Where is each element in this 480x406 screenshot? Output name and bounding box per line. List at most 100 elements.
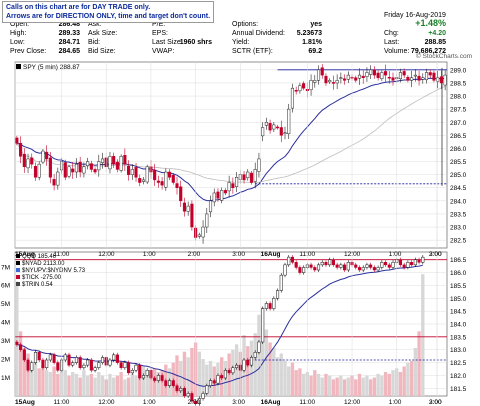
breadth-candle-body <box>290 256 295 263</box>
breadth-y-tick-label: 186.5 <box>450 257 467 264</box>
price-candle-body <box>86 161 90 166</box>
volume-bar <box>335 377 339 396</box>
price-candle-body <box>383 71 388 76</box>
price-candle-body <box>413 74 417 77</box>
breadth-y-tick-label: 184.0 <box>450 322 467 329</box>
price-candle-body <box>391 77 395 81</box>
volume-bar <box>37 368 41 396</box>
price-candle-body <box>283 132 287 134</box>
breadth-candle-body <box>309 264 313 268</box>
breadth-candle-body <box>376 267 380 271</box>
volume-bar <box>313 370 317 396</box>
breadth-candle-body <box>67 354 71 366</box>
breadth-candle-body <box>275 290 280 299</box>
price-legend: SPY (5 min) 288.87 <box>23 64 80 71</box>
price-candle-body <box>179 186 183 202</box>
breadth-candle-body <box>324 262 328 266</box>
volume-bar <box>15 281 19 396</box>
price-candle-body <box>56 171 60 186</box>
breadth-candle-body <box>175 385 179 392</box>
volume-bar <box>294 370 298 396</box>
breadth-candle-body <box>93 367 97 371</box>
breadth-candle-body <box>268 303 272 309</box>
breadth-candle-body <box>15 341 19 345</box>
price-candle-body <box>387 76 391 79</box>
breadth-y-tick-label: 182.5 <box>450 360 467 367</box>
breadth-candle-body <box>413 259 417 266</box>
price-candle-body <box>93 169 97 173</box>
price-candle-body <box>339 77 343 79</box>
price-candle-body <box>313 80 317 83</box>
breadth-candle-body <box>227 370 231 374</box>
price-y-tick-label: 288.5 <box>450 80 467 87</box>
breadth-candle-body <box>361 267 365 271</box>
volume-y-tick-label: 7M <box>1 264 10 271</box>
breadth-legend-swatch <box>16 261 20 265</box>
breadth-y-tick-label: 185.5 <box>450 283 467 290</box>
volume-bar <box>290 362 295 396</box>
price-candle-body <box>346 74 350 80</box>
breadth-candle-body <box>86 359 90 366</box>
price-candle-body <box>26 158 30 169</box>
breadth-candle-body <box>130 370 134 374</box>
breadth-legend-swatch <box>16 268 20 272</box>
volume-bar <box>246 346 250 396</box>
breadth-candle-body <box>141 375 146 379</box>
volume-bar <box>272 348 276 396</box>
breadth-candle-body <box>89 359 93 371</box>
breadth-candle-body <box>365 264 369 268</box>
price-candle-body <box>153 169 157 181</box>
volume-bar <box>398 372 403 396</box>
volume-bar <box>264 329 269 396</box>
price-candle-body <box>141 179 146 182</box>
volume-y-tick-label: 6M <box>1 283 10 290</box>
price-candle-body <box>71 168 75 173</box>
breadth-x-tick-label: 1:00 <box>143 399 156 406</box>
price-candle-body <box>235 177 239 187</box>
breadth-candle-body <box>127 362 131 374</box>
price-candle-body <box>257 158 261 172</box>
price-candle-body <box>52 179 56 186</box>
price-candle-body <box>316 69 321 81</box>
price-candle-body <box>186 205 190 212</box>
stock-chart: Calls on this chart are for DAY TRADE on… <box>0 0 480 406</box>
volume-bar <box>361 377 365 396</box>
price-candle-body <box>253 169 257 182</box>
price-x-tick-label: 12:00 <box>344 251 361 258</box>
breadth-x-tick-label: 12:00 <box>344 399 361 406</box>
price-y-tick-label: 282.5 <box>450 238 467 245</box>
breadth-candle-body <box>235 364 239 368</box>
price-candle-body <box>406 76 410 81</box>
volume-bar <box>33 360 38 396</box>
breadth-candle-body <box>380 262 384 268</box>
breadth-candle-body <box>421 256 425 263</box>
volume-bar <box>119 372 123 396</box>
breadth-candle-body <box>82 364 86 368</box>
volume-bar <box>331 379 336 396</box>
breadth-y-tick-label: 185.0 <box>450 296 467 303</box>
price-candle-body <box>167 171 172 178</box>
price-candle-body <box>108 156 112 170</box>
breadth-candle-body <box>41 359 45 368</box>
volume-bar <box>190 348 194 396</box>
breadth-candle-body <box>272 298 276 309</box>
price-candle-body <box>320 67 324 76</box>
price-x-tick-label: 12:00 <box>98 251 115 258</box>
price-candle-body <box>231 183 235 188</box>
breadth-candle-body <box>160 375 164 381</box>
volume-bar <box>67 375 71 396</box>
price-candle-body <box>208 200 213 213</box>
price-candle-body <box>272 124 276 130</box>
chart-canvas: 282.5 283.0 283.5 284.0 284.5 285.0 285.5 286.0… <box>1 61 467 406</box>
volume-bar <box>97 372 101 396</box>
price-x-tick-label: 16Aug <box>261 251 281 258</box>
price-candle-body <box>197 234 201 237</box>
volume-bar <box>406 362 410 396</box>
breadth-candle-body <box>294 262 298 268</box>
price-candle-body <box>130 169 134 175</box>
breadth-legend-item: $NYAD 2113.00 <box>22 261 65 267</box>
price-candle-body <box>432 72 436 81</box>
price-candle-body <box>324 75 328 84</box>
price-candle-body <box>275 126 280 129</box>
price-candle-body <box>201 226 205 238</box>
